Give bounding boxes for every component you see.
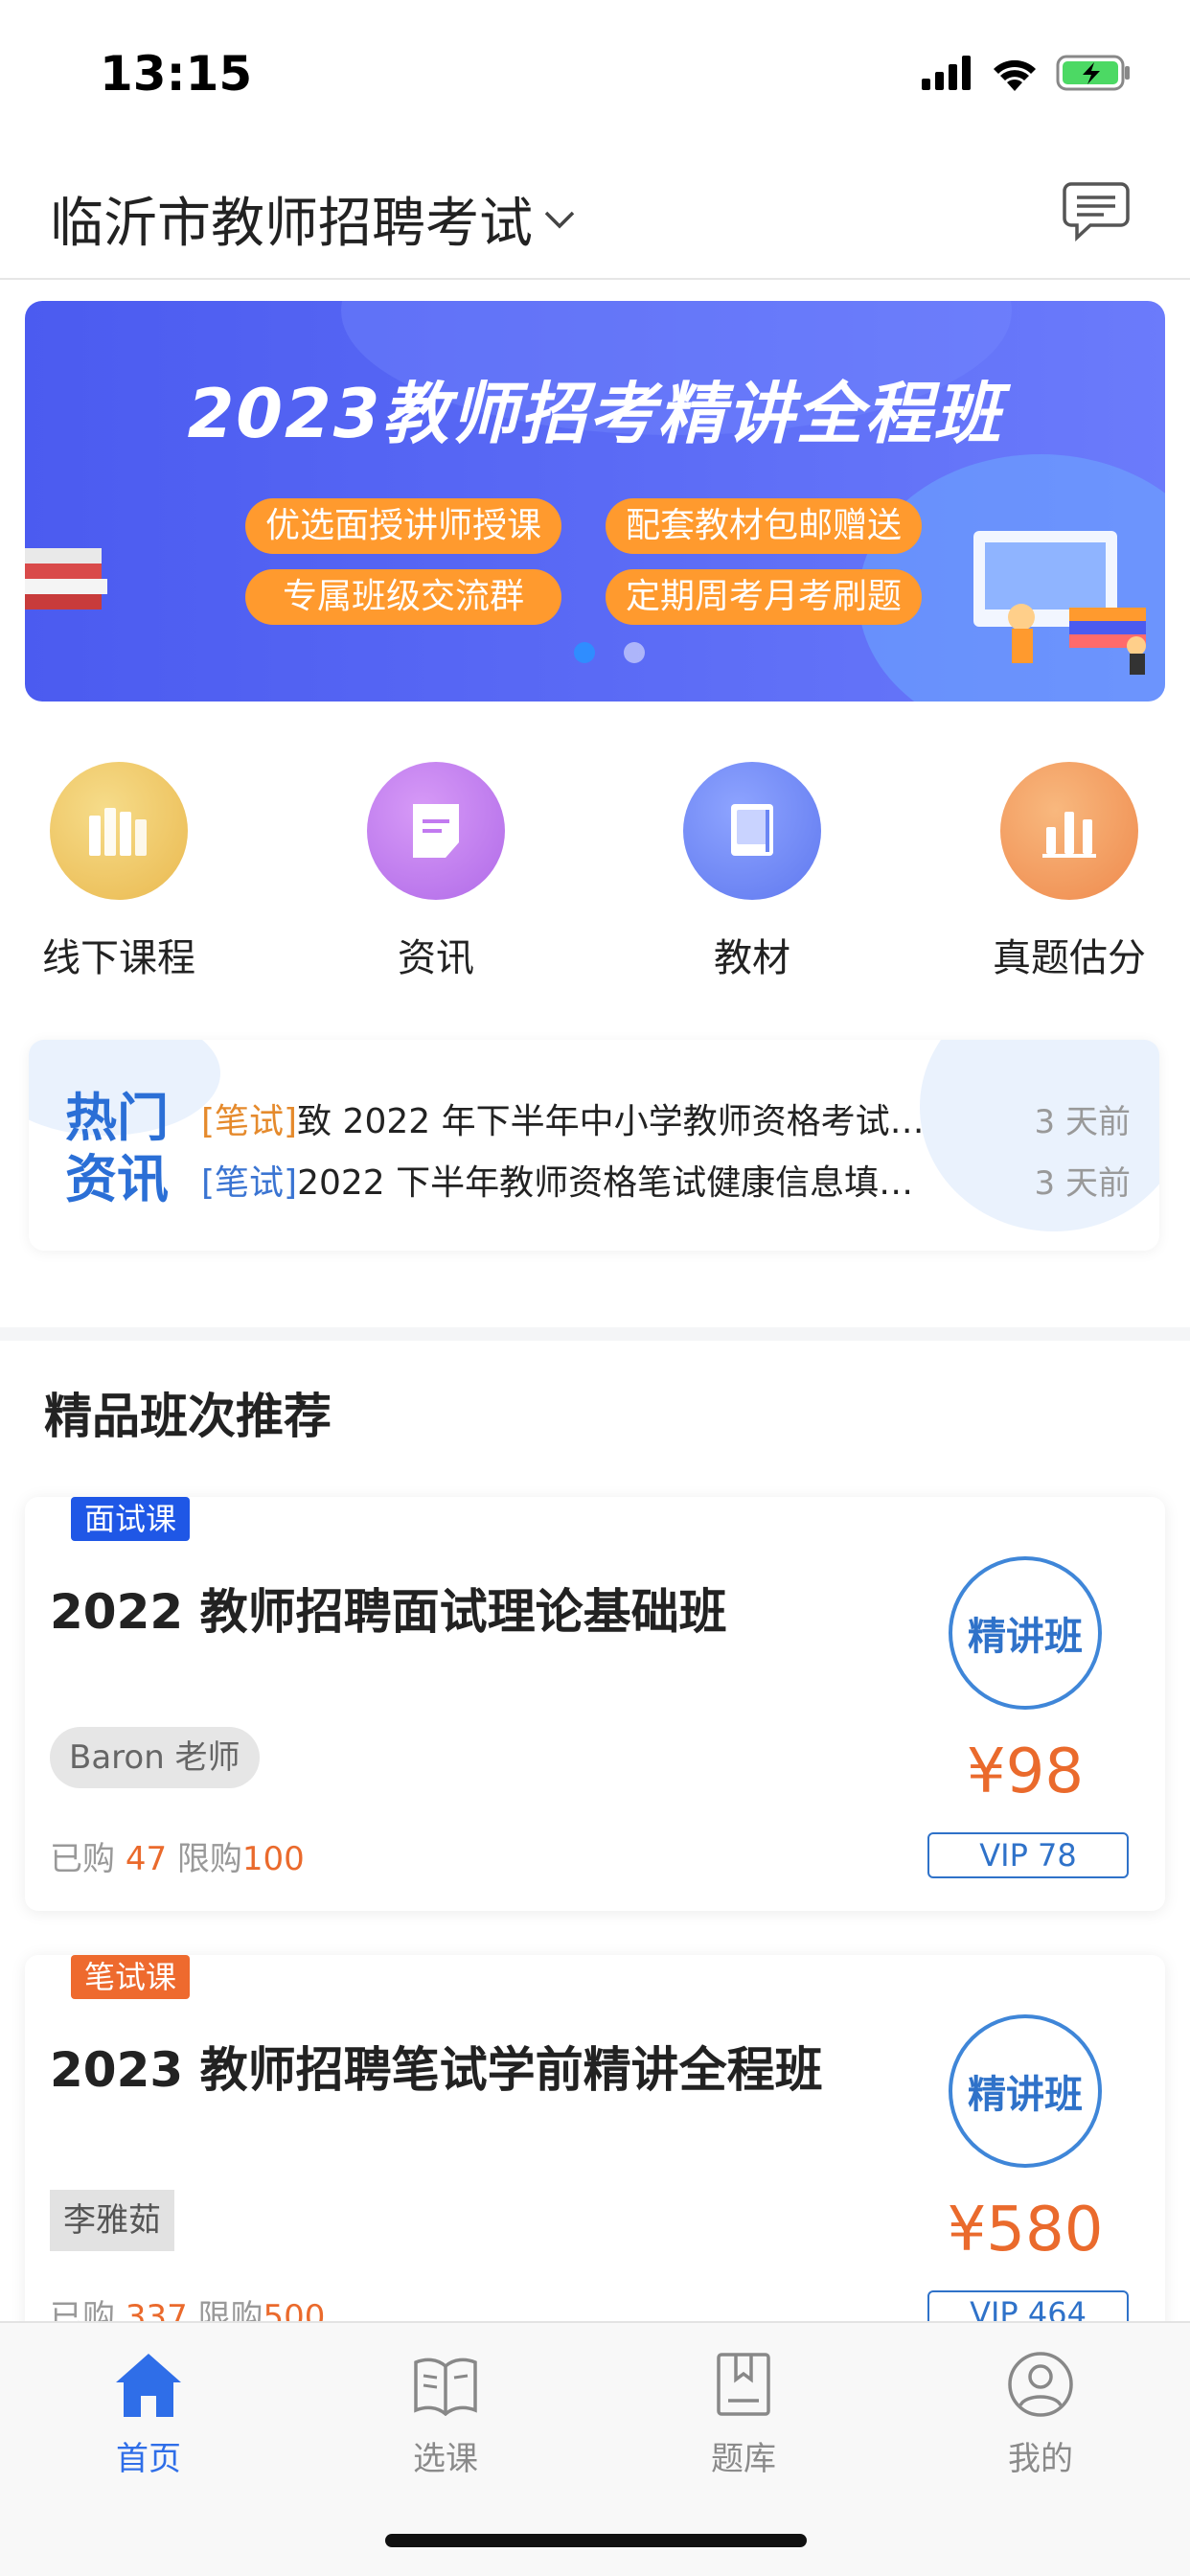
nav-label: 真题估分	[993, 936, 1146, 980]
banner-feature: 配套教材包邮赠送	[606, 498, 922, 554]
course-price: ¥580	[947, 2195, 1104, 2266]
chevron-down-icon	[544, 211, 575, 228]
nav-exam-score[interactable]: 真题估分	[973, 762, 1165, 982]
banner-feature: 优选面授讲师授课	[245, 498, 561, 554]
sold-label: 已购	[50, 1840, 115, 1878]
banner-feature: 专属班级交流群	[245, 569, 561, 625]
news-title: 致 2022 年下半年中小学教师资格考试…	[297, 1102, 925, 1141]
tab-home[interactable]: 首页	[53, 2346, 244, 2479]
course-type-tag: 笔试课	[71, 1955, 191, 1999]
course-badge: 精讲班	[949, 1556, 1102, 1710]
carousel-dot-active[interactable]	[574, 642, 595, 663]
home-icon	[110, 2346, 187, 2423]
news-time: 3 天前	[1034, 1103, 1131, 1141]
course-title: 2023 教师招聘笔试学前精讲全程班	[50, 2042, 823, 2098]
header-title: 临沂市教师招聘考试	[50, 193, 533, 255]
sold-count: 47	[125, 1840, 168, 1878]
hot-news-tag: 热门 资讯	[65, 1088, 180, 1210]
home-indicator	[385, 2534, 807, 2547]
tab-label: 首页	[116, 2440, 181, 2478]
course-title: 2022 教师招聘面试理论基础班	[50, 1584, 727, 1640]
status-time: 13:15	[100, 46, 253, 102]
banner-title: 2023教师招考精讲全程班	[187, 375, 1003, 453]
nav-textbook[interactable]: 教材	[656, 762, 848, 982]
nav-label: 教材	[714, 936, 790, 980]
news-title: 2022 下半年教师资格笔试健康信息填…	[297, 1163, 914, 1203]
news-item[interactable]: [笔试]致 2022 年下半年中小学教师资格考试…	[201, 1093, 925, 1143]
message-icon[interactable]	[1062, 180, 1131, 242]
course-card[interactable]: 笔试课 2023 教师招聘笔试学前精讲全程班 李雅茹 已购 337 限购500 …	[25, 1955, 1165, 2369]
course-price: ¥98	[966, 1736, 1085, 1807]
bar-chart-icon	[1000, 762, 1138, 900]
document-icon	[367, 762, 505, 900]
user-icon	[1002, 2346, 1079, 2423]
nav-label: 资讯	[398, 936, 474, 980]
hot-news-tag-line: 资讯	[65, 1149, 169, 1209]
teacher-name: 李雅茹	[50, 2190, 174, 2251]
banner-feature: 定期周考月考刷题	[606, 569, 922, 625]
news-category: [笔试]	[201, 1102, 298, 1141]
promo-banner[interactable]: 2023教师招考精讲全程班 优选面授讲师授课 配套教材包邮赠送 专属班级交流群 …	[25, 301, 1165, 702]
section-divider	[0, 1327, 1190, 1341]
books-icon	[50, 762, 188, 900]
bookmark-book-icon	[705, 2346, 782, 2423]
hot-news-card: 热门 资讯 [笔试]致 2022 年下半年中小学教师资格考试… 3 天前 [笔试…	[29, 1040, 1159, 1251]
tab-course-select[interactable]: 选课	[350, 2346, 541, 2479]
book-icon	[683, 762, 821, 900]
news-item[interactable]: [笔试]2022 下半年教师资格笔试健康信息填…	[201, 1155, 913, 1205]
status-bar: 13:15	[0, 0, 1190, 144]
course-type-tag: 面试课	[71, 1497, 191, 1541]
tab-label: 题库	[711, 2440, 776, 2478]
nav-news[interactable]: 资讯	[340, 762, 532, 982]
course-card[interactable]: 面试课 2022 教师招聘面试理论基础班 Baron 老师 已购 47 限购10…	[25, 1497, 1165, 1911]
tab-label: 我的	[1008, 2440, 1073, 2478]
section-title: 精品班次推荐	[44, 1389, 332, 1444]
open-book-icon	[407, 2346, 484, 2423]
course-badge: 精讲班	[949, 2014, 1102, 2168]
tab-label: 选课	[413, 2440, 478, 2478]
battery-charging-icon	[1056, 55, 1130, 91]
status-icons	[922, 54, 1133, 92]
course-sales: 已购 47 限购100	[50, 1832, 305, 1879]
quick-nav: 线下课程 资讯 教材 真题估分	[0, 762, 1190, 992]
hot-news-tag-line: 热门	[65, 1088, 169, 1148]
news-category: [笔试]	[201, 1163, 298, 1203]
tab-profile[interactable]: 我的	[945, 2346, 1136, 2479]
carousel-dot[interactable]	[624, 642, 645, 663]
carousel-dots	[25, 642, 1165, 663]
tab-question-bank[interactable]: 题库	[648, 2346, 839, 2479]
teacher-name: Baron 老师	[50, 1727, 260, 1788]
vip-price: VIP 78	[927, 1832, 1129, 1878]
wifi-icon	[994, 59, 1036, 91]
signal-icon	[922, 56, 971, 90]
news-time: 3 天前	[1034, 1164, 1131, 1203]
app-header: 临沂市教师招聘考试	[0, 144, 1190, 280]
limit-count: 100	[241, 1840, 305, 1878]
nav-label: 线下课程	[42, 936, 195, 980]
nav-offline-course[interactable]: 线下课程	[23, 762, 215, 982]
books-illustration	[25, 548, 107, 610]
city-exam-selector[interactable]: 临沂市教师招聘考试	[50, 180, 579, 258]
limit-label: 限购	[176, 1840, 242, 1878]
